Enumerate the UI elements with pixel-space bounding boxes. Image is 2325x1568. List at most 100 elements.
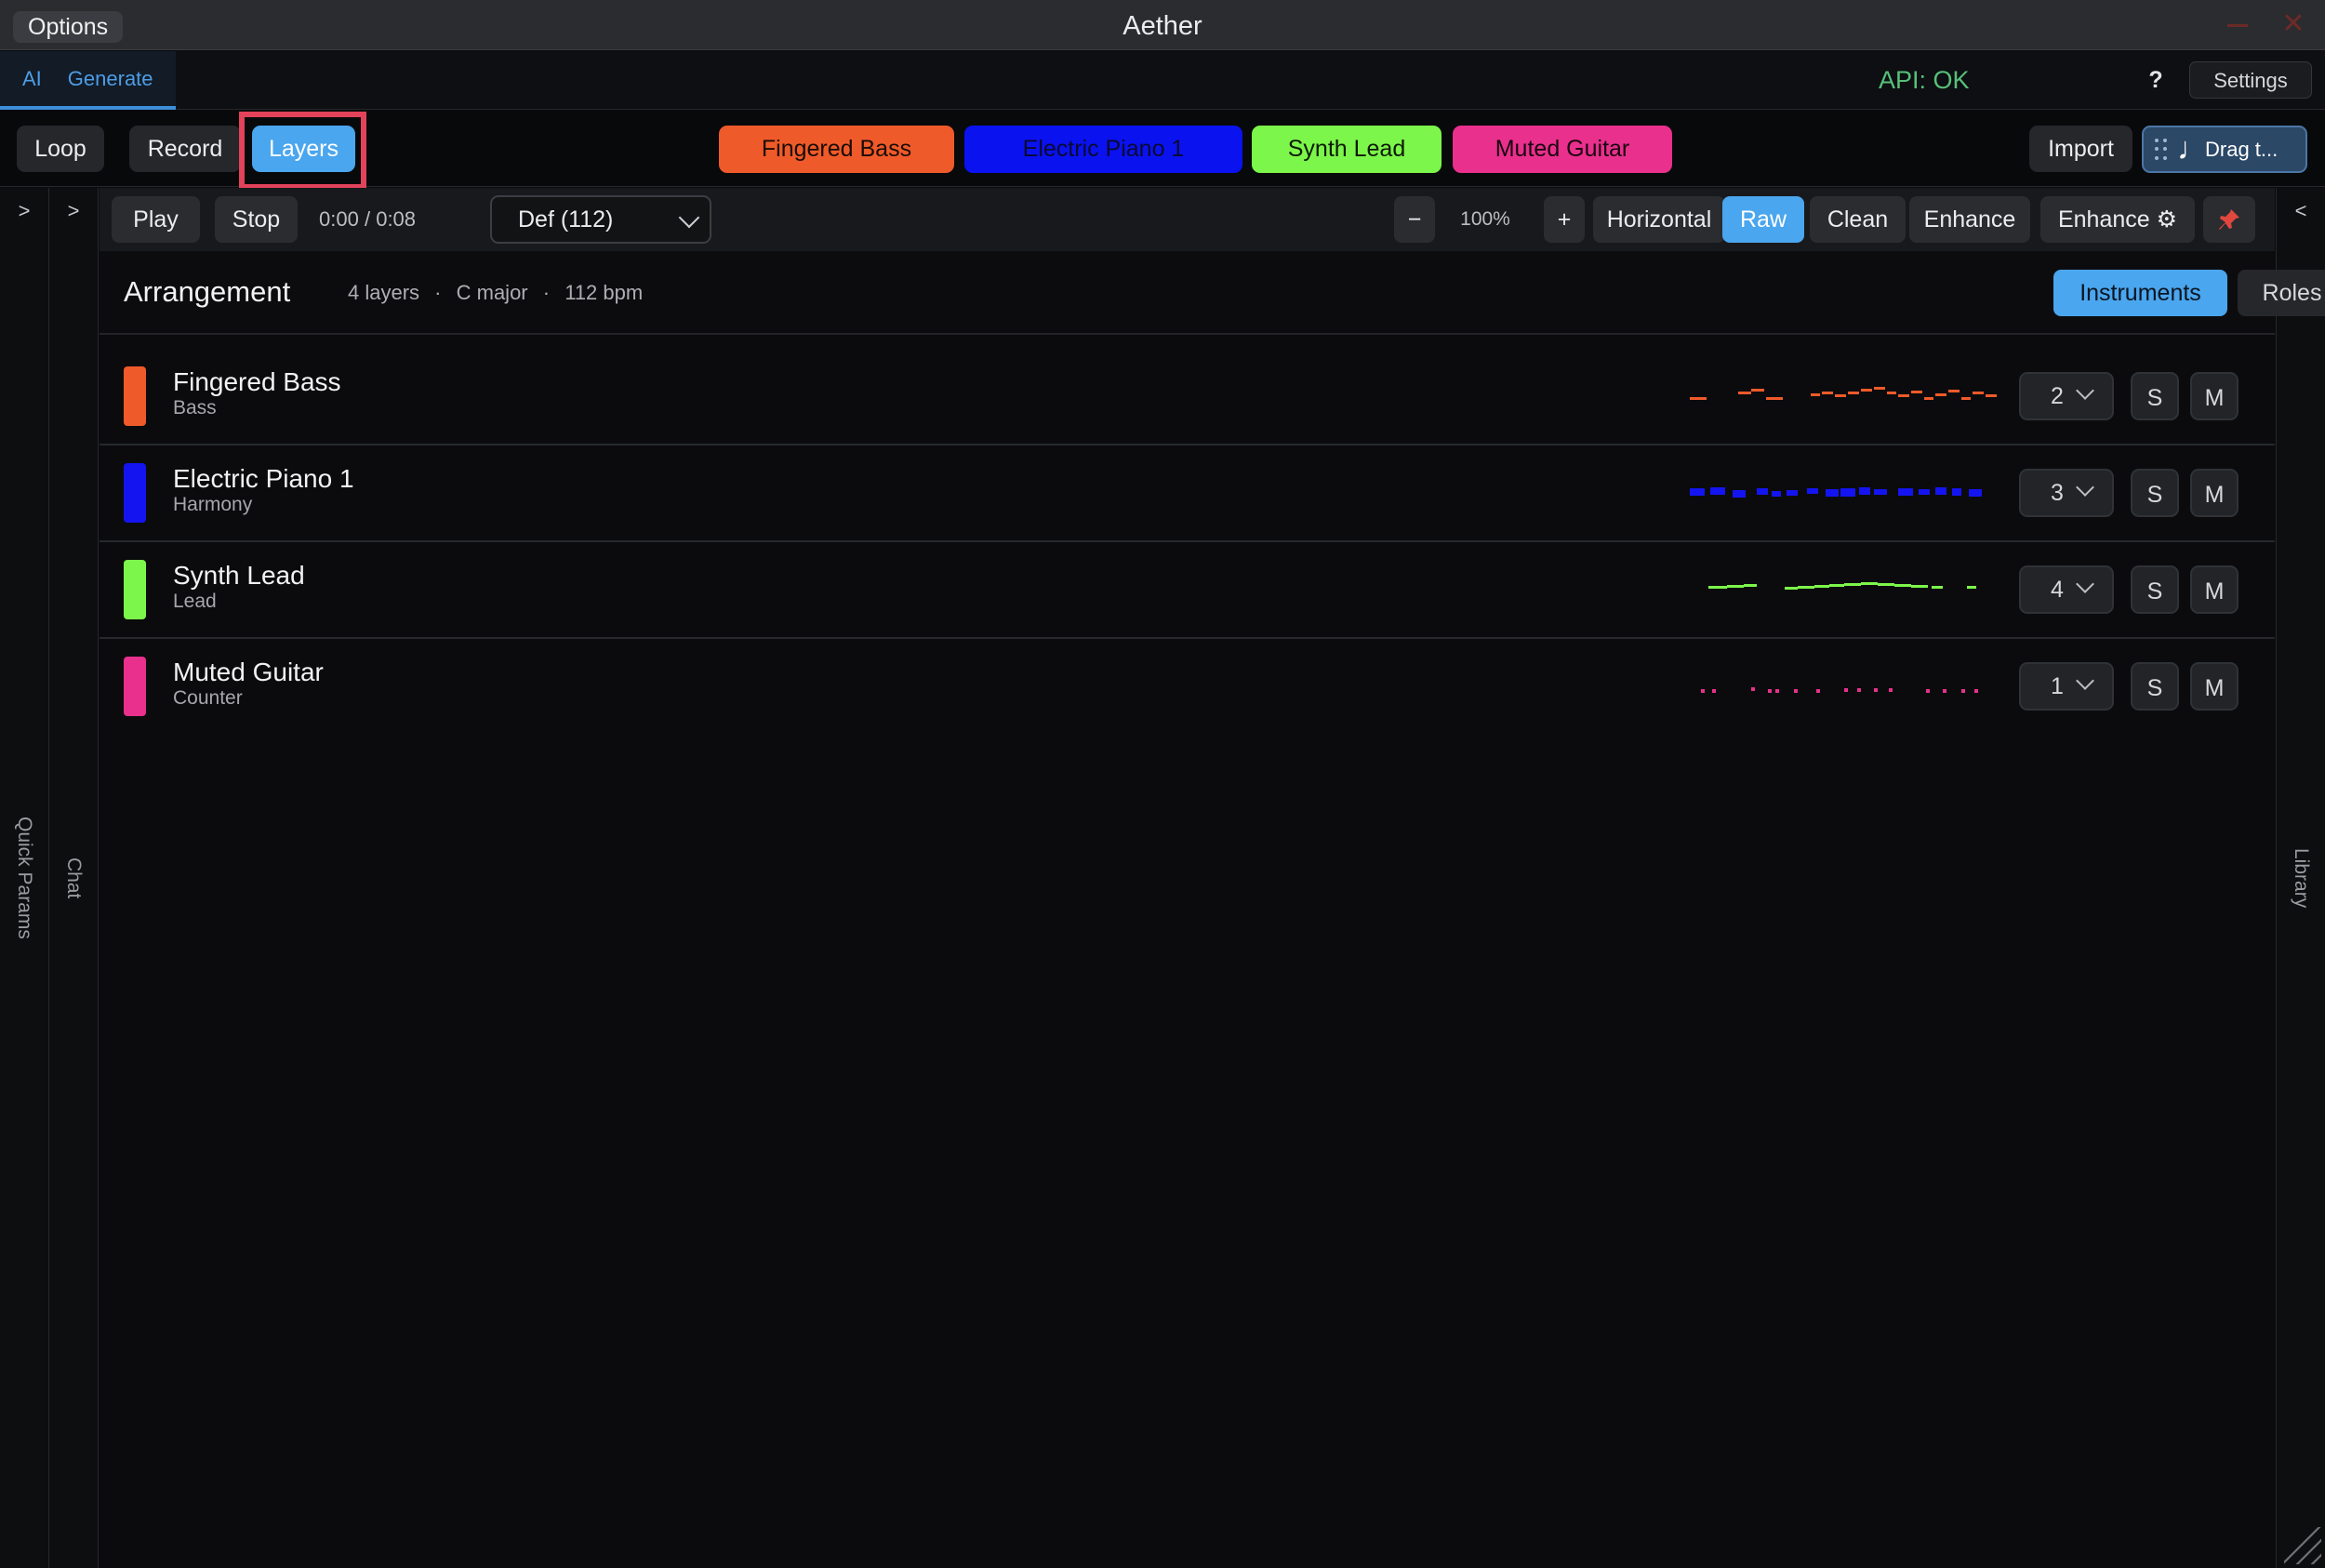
roll-note [1911,391,1922,393]
roll-note [1961,689,1965,693]
layer-color-swatch [124,366,146,426]
zoom-out-button[interactable]: − [1394,196,1435,243]
library-label: Library [2291,847,2312,909]
instruments-view-button[interactable]: Instruments [2053,270,2227,316]
roll-note [1690,397,1707,400]
roll-note [1826,489,1839,497]
arrangement-meta: 4 layers · C major · 112 bpm [348,251,643,335]
roll-note [1766,397,1783,400]
roll-note [1829,584,1844,587]
help-button[interactable]: ? [2141,64,2171,96]
toolbar: Loop Record Layers Fingered Bass Electri… [0,111,2325,187]
layer-color-swatch [124,463,146,523]
zoom-level: 100% [1460,208,1510,230]
channel-value: 2 [2051,383,2064,409]
roll-note [1926,689,1930,693]
solo-button[interactable]: S [2131,469,2179,517]
drag-label: Drag t... [2205,138,2278,161]
tab-ai-generate[interactable]: AI Generate [0,51,176,110]
drag-export-button[interactable]: ♩ Drag t... [2142,126,2307,173]
mute-button[interactable]: M [2190,372,2239,420]
import-button[interactable]: Import [2029,126,2132,172]
roll-note [1807,488,1818,494]
mini-piano-roll [1690,466,2002,516]
layer-row[interactable]: Muted Guitar Counter 1 S M [100,639,2275,736]
solo-button[interactable]: S [2131,662,2179,711]
time-readout: 0:00 / 0:08 [319,188,416,251]
roll-note [1798,586,1814,589]
clean-mode-button[interactable]: Clean [1810,196,1906,243]
title-bar: Options Aether ✕ [0,0,2325,50]
enhance-mode-button[interactable]: Enhance [1909,196,2030,243]
channel-select[interactable]: 4 [2019,565,2114,614]
meta-separator: · [542,281,551,304]
layer-row[interactable]: Synth Lead Lead 4 S M [100,542,2275,639]
solo-button[interactable]: S [2131,372,2179,420]
roll-note [1911,585,1928,588]
roll-note [1701,689,1705,693]
solo-button[interactable]: S [2131,565,2179,614]
channel-select[interactable]: 3 [2019,469,2114,517]
key-signature: C major [456,281,528,304]
layer-name: Synth Lead [173,561,305,590]
minimize-icon[interactable] [2227,24,2248,27]
enhance-settings-button[interactable]: Enhance ⚙ [2040,196,2195,243]
preset-value: Def (112) [518,206,614,233]
instrument-pill-synth-lead[interactable]: Synth Lead [1252,126,1442,173]
roll-note [1816,689,1820,693]
roll-note [1986,394,1997,397]
preset-select[interactable]: Def (112) [490,195,711,244]
quick-params-rail[interactable]: > Quick Params [0,188,49,1568]
mini-piano-roll [1690,563,2002,613]
roll-note [1861,582,1878,585]
chat-rail[interactable]: > Chat [49,188,99,1568]
roll-note [1961,397,1971,400]
roll-note [1952,488,1961,496]
close-icon[interactable]: ✕ [2280,10,2306,38]
layer-role: Counter [173,687,243,709]
instrument-pill-fingered-bass[interactable]: Fingered Bass [719,126,954,173]
mute-button[interactable]: M [2190,662,2239,711]
roll-note [1861,389,1872,392]
roll-note [1878,583,1894,586]
roll-note [1924,397,1933,400]
roles-view-button[interactable]: Roles [2238,270,2325,316]
roll-note [1935,393,1946,396]
layers-count: 4 layers [348,281,420,304]
mute-button[interactable]: M [2190,469,2239,517]
arrangement-title: Arrangement [124,275,291,308]
stop-button[interactable]: Stop [215,196,298,243]
mute-button[interactable]: M [2190,565,2239,614]
roll-note [1935,487,1946,495]
layer-row[interactable]: Electric Piano 1 Harmony 3 S M [100,445,2275,542]
settings-button[interactable]: Settings [2189,61,2312,99]
raw-mode-button[interactable]: Raw [1722,196,1804,243]
layers-button[interactable]: Layers [252,126,355,172]
roll-note [1887,392,1896,394]
instrument-pill-label: Synth Lead [1287,136,1406,162]
layer-row[interactable]: Fingered Bass Bass 2 S M [100,349,2275,445]
library-rail[interactable]: < Library [2276,188,2325,1568]
roll-note [1835,394,1846,397]
chevron-down-icon [2076,478,2094,497]
roll-note [1974,689,1978,693]
pin-button[interactable] [2203,196,2255,243]
roll-note [1969,489,1982,497]
drag-handle-icon [2155,139,2168,161]
channel-select[interactable]: 1 [2019,662,2114,711]
roll-note [1967,586,1976,589]
quick-params-label: Quick Params [14,817,35,939]
instrument-pill-muted-guitar[interactable]: Muted Guitar [1453,126,1672,173]
channel-select[interactable]: 2 [2019,372,2114,420]
time-separator: / [364,207,371,231]
meta-separator: · [434,281,442,304]
chevron-down-icon [678,206,700,229]
orientation-button[interactable]: Horizontal [1593,196,1725,243]
play-button[interactable]: Play [112,196,200,243]
loop-button[interactable]: Loop [17,126,104,172]
roll-note [1710,487,1725,495]
record-button[interactable]: Record [129,126,241,172]
resize-grip-icon[interactable] [2284,1527,2321,1564]
instrument-pill-electric-piano[interactable]: Electric Piano 1 [964,126,1242,173]
zoom-in-button[interactable]: + [1544,196,1585,243]
